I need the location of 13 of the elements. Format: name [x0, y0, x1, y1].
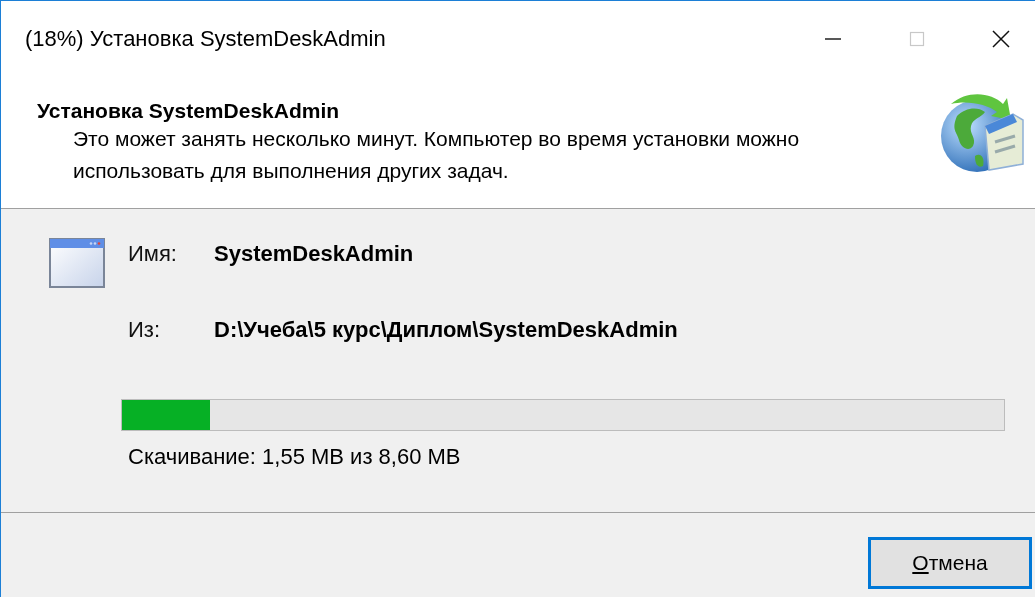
- header-title: Установка SystemDeskAdmin: [37, 99, 341, 123]
- window-title: (18%) Установка SystemDeskAdmin: [25, 26, 387, 52]
- field-label: Из:: [127, 317, 161, 343]
- window-icon: [48, 237, 106, 289]
- field-label: Имя:: [127, 241, 178, 267]
- field-value: SystemDeskAdmin: [214, 241, 414, 267]
- minimize-icon: [824, 38, 841, 40]
- cancel-button[interactable]: Отмена: [868, 537, 1032, 589]
- field-value: D:\Учеба\5 курс\Диплом\SystemDeskAdmin: [214, 317, 678, 343]
- close-icon: [990, 29, 1011, 49]
- header-description: Это может занять несколько минут. Компьютер во время установки можно использовать для выполнения других задач.: [73, 126, 801, 184]
- progress-status: Скачивание: 1,55 MB из 8,60 MB: [128, 444, 462, 470]
- maximize-icon: [907, 30, 926, 48]
